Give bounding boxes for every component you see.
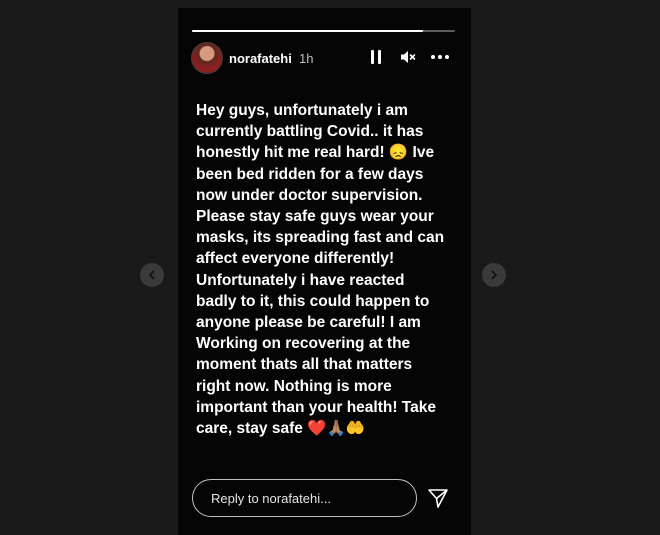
pause-icon <box>371 50 381 64</box>
story-controls <box>367 48 449 66</box>
more-options-icon <box>431 55 449 59</box>
story-message: Hey guys, unfortunately i am currently b… <box>196 102 445 438</box>
story-viewer-page: norafatehi 1h Hey guys, unfortunately i … <box>0 0 660 535</box>
reply-input[interactable] <box>192 479 417 517</box>
pause-button[interactable] <box>367 48 385 66</box>
next-story-button[interactable] <box>482 263 506 287</box>
timestamp: 1h <box>299 51 314 66</box>
username[interactable]: norafatehi <box>229 51 292 66</box>
story-frame[interactable]: norafatehi 1h Hey guys, unfortunately i … <box>178 8 471 535</box>
story-progress-bar <box>192 30 455 32</box>
previous-story-button[interactable] <box>140 263 164 287</box>
story-header: norafatehi 1h <box>192 43 455 75</box>
mute-button[interactable] <box>399 48 417 66</box>
avatar[interactable] <box>192 43 222 73</box>
story-progress-fill <box>192 30 424 32</box>
send-button[interactable] <box>426 486 450 510</box>
send-icon <box>428 489 448 508</box>
chevron-left-icon <box>149 270 155 280</box>
more-options-button[interactable] <box>431 48 449 66</box>
chevron-right-icon <box>491 270 497 280</box>
muted-speaker-icon <box>401 51 416 63</box>
